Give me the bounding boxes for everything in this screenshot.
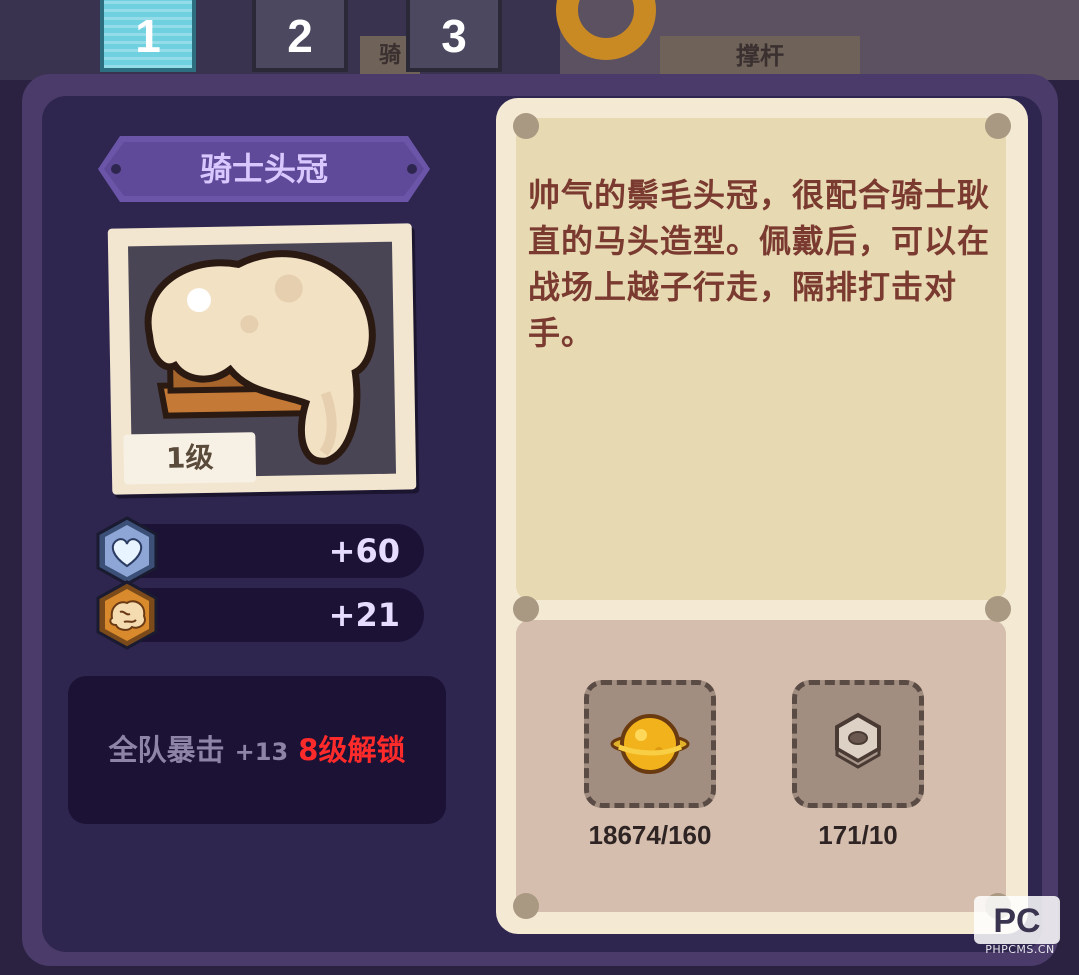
gold-planet-icon — [610, 714, 690, 774]
hex-nut-icon — [835, 712, 881, 769]
item-description: 帅气的鬃毛头冠，很配合骑士耿直的马头造型。佩戴后，可以在战场上越子行走，隔排打击… — [528, 176, 991, 352]
material-slot-gold[interactable] — [584, 680, 716, 808]
brain-shield-icon — [96, 580, 158, 650]
stat-bar-health: +60 — [96, 516, 424, 586]
item-title-banner: 骑士头冠 — [98, 136, 430, 202]
heart-shield-icon — [96, 516, 158, 586]
rivet — [513, 893, 539, 919]
rivet — [513, 596, 539, 622]
material-slot-nut[interactable] — [792, 680, 924, 808]
rivet — [985, 596, 1011, 622]
rivet — [513, 113, 539, 139]
svg-text:PC: PC — [993, 902, 1040, 940]
item-title: 骑士头冠 — [199, 150, 328, 188]
team-bonus-label: 全队暴击 — [108, 733, 225, 767]
tab-3[interactable]: 3 — [406, 0, 502, 72]
team-bonus-box: 全队暴击 +13 8级解锁 — [68, 676, 446, 824]
team-bonus-amount: +13 — [234, 738, 289, 766]
material-count-gold: 18674/160 — [588, 820, 712, 850]
material-count-nut: 171/10 — [818, 820, 898, 850]
tab-2[interactable]: 2 — [252, 0, 348, 72]
tab-1[interactable]: 1 — [100, 0, 196, 72]
team-bonus-line: 全队暴击 +13 8级解锁 — [68, 676, 446, 824]
item-image-frame: 1级 — [107, 223, 417, 495]
unlock-requirement: 8级解锁 — [298, 733, 406, 767]
stat-bar-intellect: +21 — [96, 580, 424, 650]
watermark-text: PHPCMS.CN — [985, 943, 1055, 956]
background-label-right: 撑杆 — [660, 36, 860, 76]
stat-value-health: +60 — [328, 532, 400, 570]
stat-value-intellect: +21 — [328, 596, 400, 634]
item-level-tag: 1级 — [123, 432, 257, 485]
rivet — [985, 113, 1011, 139]
